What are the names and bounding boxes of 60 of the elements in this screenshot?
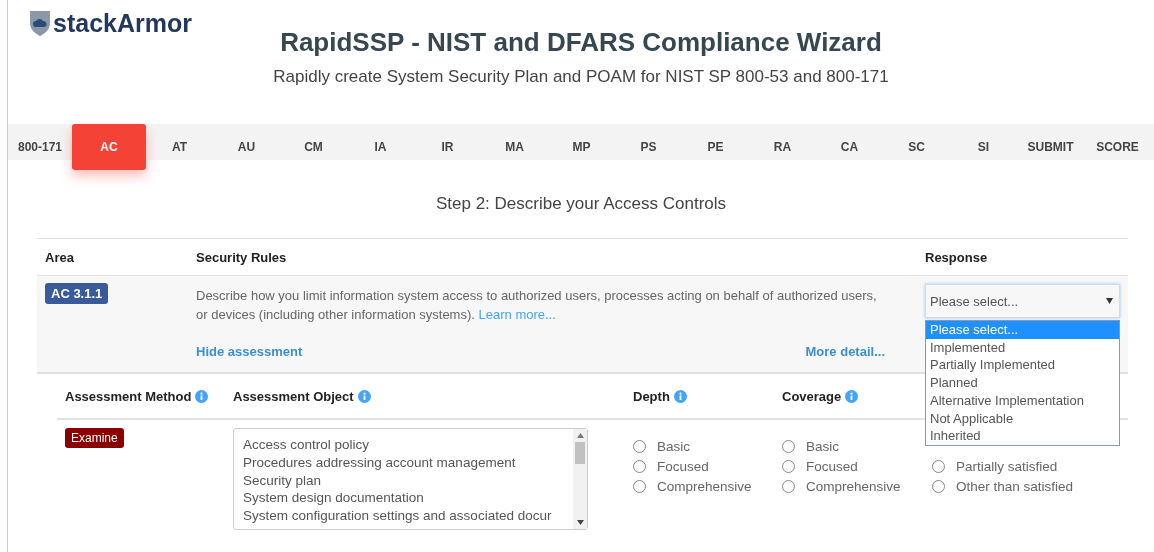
- area-badge: AC 3.1.1: [45, 283, 109, 304]
- tab[interactable]: PS: [615, 129, 682, 165]
- column-header: Response: [924, 249, 989, 265]
- list-item[interactable]: Access control policy: [243, 436, 573, 454]
- tab[interactable]: SCORE: [1084, 129, 1151, 165]
- tab[interactable]: AU: [213, 129, 280, 165]
- radio-option[interactable]: Focused: [782, 458, 932, 474]
- caret-icon: [1106, 298, 1113, 304]
- object-listbox[interactable]: Access control policy Procedures addressing account management Security plan System design documentation System configuration settings and associated docur: [233, 428, 588, 530]
- column-header: Area: [44, 249, 75, 265]
- step-heading: Step 2: Describe your Access Controls: [434, 194, 728, 214]
- column-header: Assessment Method: [65, 388, 192, 404]
- column-header: Security Rules: [195, 249, 288, 265]
- tab[interactable]: 800-171: [8, 129, 72, 165]
- logo-text: stackArmor: [53, 9, 192, 37]
- dropdown-option[interactable]: Alternative Implementation: [926, 391, 1119, 410]
- radio-option[interactable]: Comprehensive: [633, 478, 782, 494]
- tab[interactable]: IR: [414, 129, 481, 165]
- info-icon[interactable]: [195, 389, 209, 403]
- radio-option[interactable]: Partially satisfied: [932, 458, 1122, 474]
- dropdown-option[interactable]: Planned: [926, 374, 1119, 392]
- column-header: Assessment Object: [233, 388, 354, 404]
- scrollbar[interactable]: [573, 429, 587, 529]
- list-item[interactable]: System design documentation: [243, 489, 573, 508]
- scrollbar-thumb[interactable]: [575, 442, 585, 464]
- tab[interactable]: PE: [682, 129, 749, 165]
- list-item[interactable]: Procedures addressing account management: [243, 453, 573, 472]
- tab[interactable]: SC: [883, 129, 950, 165]
- response-dropdown[interactable]: Please select...: [925, 284, 1120, 318]
- tab[interactable]: RA: [749, 129, 816, 165]
- scroll-up-icon[interactable]: [576, 433, 584, 438]
- tab[interactable]: MA: [481, 129, 548, 165]
- method-badge: Examine: [65, 428, 124, 448]
- column-header: Coverage: [782, 388, 842, 404]
- info-icon[interactable]: [845, 389, 859, 403]
- tab[interactable]: AT: [146, 129, 213, 165]
- radio-option[interactable]: Basic: [633, 438, 782, 454]
- radio-option[interactable]: Comprehensive: [782, 478, 932, 494]
- radio-option[interactable]: Other than satisfied: [932, 478, 1122, 494]
- tab[interactable]: SUBMIT: [1017, 129, 1084, 165]
- info-icon[interactable]: [357, 389, 371, 403]
- tab[interactable]: IA: [347, 129, 414, 165]
- list-item[interactable]: System configuration settings and associated docur: [243, 507, 573, 525]
- scroll-down-icon[interactable]: [576, 520, 584, 525]
- page-subtitle: Rapidly create System Security Plan and POAM for NIST SP 800-53 and 800-171: [273, 67, 889, 87]
- dropdown-option[interactable]: Implemented: [926, 338, 1119, 357]
- dropdown-option[interactable]: Not Applicable: [926, 409, 1119, 428]
- tab[interactable]: CM: [280, 129, 347, 165]
- tab[interactable]: AC: [72, 124, 146, 170]
- info-icon[interactable]: [673, 389, 687, 403]
- list-item[interactable]: Security plan: [243, 471, 573, 490]
- column-header: Depth: [633, 388, 670, 404]
- tab[interactable]: CA: [816, 129, 883, 165]
- shield-cloud-icon: [29, 9, 51, 37]
- tab[interactable]: MP: [548, 129, 615, 165]
- page-title: RapidSSP - NIST and DFARS Compliance Wizard: [279, 27, 883, 57]
- rule-description: Describe how you limit information system access to authorized users, processes acting on behalf of authorized users, or devices (including other information systems). Learn more...: [196, 287, 878, 324]
- tab[interactable]: SI: [950, 129, 1017, 165]
- dropdown-option[interactable]: Partially Implemented: [926, 356, 1119, 375]
- radio-option[interactable]: Focused: [633, 458, 782, 474]
